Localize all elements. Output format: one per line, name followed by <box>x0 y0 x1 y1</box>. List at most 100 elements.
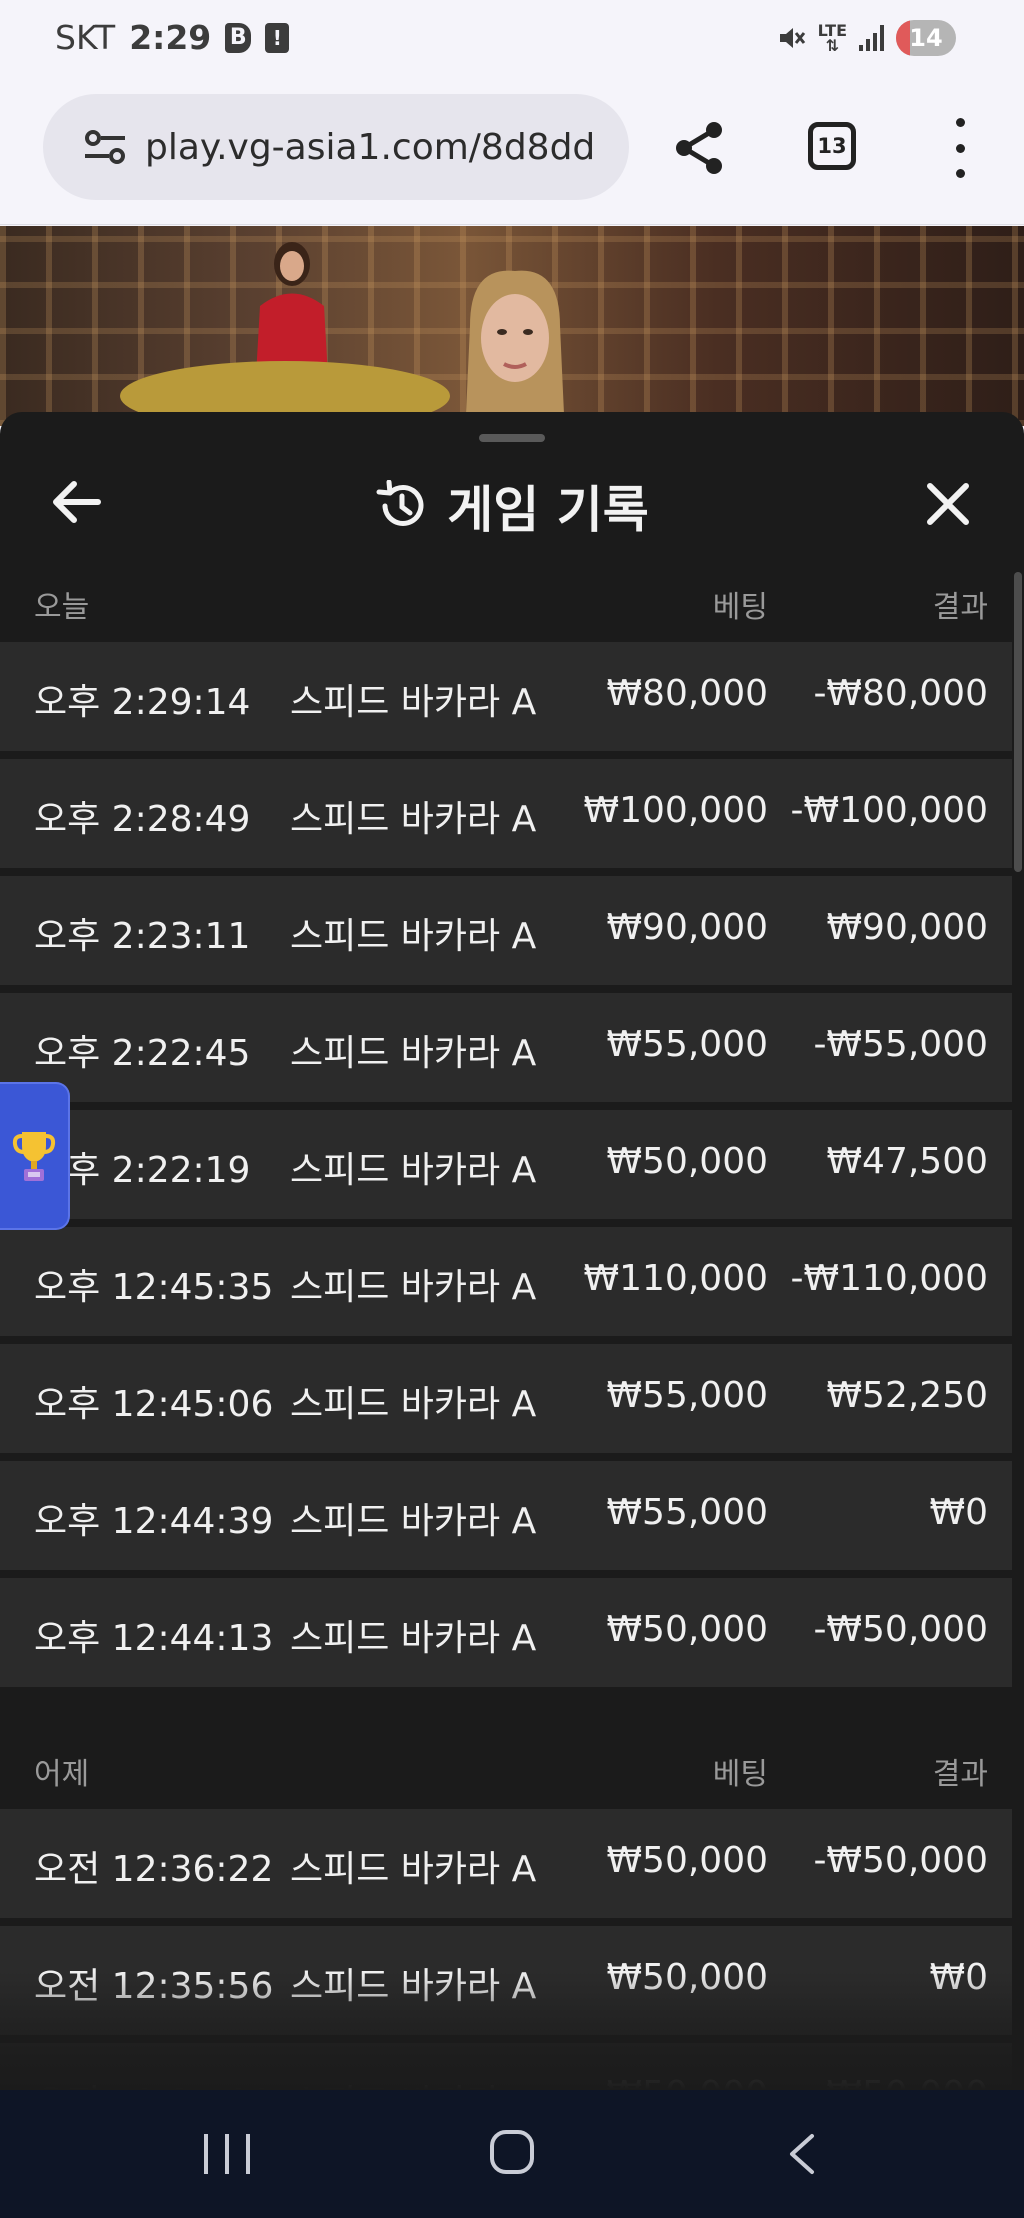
row-time: 오후 12:44:13 <box>34 1618 274 1659</box>
history-row[interactable]: 오후 2:22:19 스피드 바카라 A ₩50,000 ₩47,500 <box>0 1110 1012 1219</box>
history-row[interactable]: 오전 12:35:56 스피드 바카라 A ₩50,000 ₩0 <box>0 1926 1012 2035</box>
history-row[interactable]: 오후 2:28:49 스피드 바카라 A ₩100,000 -₩100,000 <box>0 759 1012 868</box>
address-bar[interactable]: play.vg-asia1.com/8d8dd <box>43 94 629 200</box>
close-icon[interactable] <box>924 480 972 528</box>
row-bet: ₩50,000 <box>606 1141 768 1182</box>
bet-column-header: 베팅 <box>712 590 768 625</box>
row-time: 오전 12:36:22 <box>34 1849 274 1890</box>
carrier-label: SKT <box>55 18 116 57</box>
history-row[interactable]: 오전 12:35:28 스피드 바카라 A ₩50,000 -₩50,000 <box>0 2043 1012 2090</box>
sheet-header: 게임 기록 <box>0 442 1024 562</box>
row-game: 스피드 바카라 A <box>290 1501 537 1542</box>
row-game: 스피드 바카라 A <box>290 1150 537 1191</box>
row-bet: ₩80,000 <box>606 673 768 714</box>
row-game: 스피드 바카라 A <box>290 799 537 840</box>
row-time: 오전 12:35:56 <box>34 1966 274 2007</box>
home-icon[interactable] <box>490 2130 534 2174</box>
section-label: 오늘 <box>34 590 90 625</box>
site-settings-icon[interactable] <box>83 130 127 164</box>
history-row[interactable]: 오후 2:29:14 스피드 바카라 A ₩80,000 -₩80,000 <box>0 642 1012 751</box>
row-result: -₩80,000 <box>813 673 988 714</box>
row-time: 오후 2:23:11 <box>34 916 251 957</box>
row-result: -₩50,000 <box>813 1840 988 1881</box>
system-nav-bar <box>0 2090 1024 2218</box>
game-history-sheet: 게임 기록 오늘 베팅 결과 오후 2:29:14 스피드 바카라 A ₩80,… <box>0 412 1024 2090</box>
row-game: 스피드 바카라 A <box>290 1384 537 1425</box>
row-result: ₩0 <box>929 1957 989 1998</box>
tab-switcher-button[interactable]: 13 <box>808 122 856 170</box>
row-time: 오후 12:44:39 <box>34 1501 274 1542</box>
alert-icon: ! <box>265 22 290 53</box>
trophy-icon <box>12 1132 56 1181</box>
history-row[interactable]: 오후 12:45:06 스피드 바카라 A ₩55,000 ₩52,250 <box>0 1344 1012 1453</box>
row-result: ₩52,250 <box>826 1375 988 1416</box>
history-row[interactable]: 오전 12:36:22 스피드 바카라 A ₩50,000 -₩50,000 <box>0 1809 1012 1918</box>
row-time: 오전 12:35:28 <box>34 2074 273 2090</box>
title-wrap: 게임 기록 <box>0 470 1024 542</box>
presenter-figure <box>465 270 565 426</box>
row-time: 오후 12:45:35 <box>34 1267 274 1308</box>
data-arrows-icon: ⇅ <box>825 36 839 55</box>
row-bet: ₩50,000 <box>606 1957 768 1998</box>
tab-count: 13 <box>817 134 847 158</box>
status-left: SKT 2:29 B ! <box>55 18 290 57</box>
lte-icon: LTE ⇅ <box>818 23 847 55</box>
row-bet: ₩100,000 <box>583 790 768 831</box>
history-row[interactable]: 오후 2:22:45 스피드 바카라 A ₩55,000 -₩55,000 <box>0 993 1012 1102</box>
row-bet: ₩55,000 <box>606 1375 768 1416</box>
row-result: -₩50,000 <box>813 2074 988 2090</box>
history-row[interactable]: 오후 2:23:11 스피드 바카라 A ₩90,000 ₩90,000 <box>0 876 1012 985</box>
row-game: 스피드 바카라 A <box>290 1267 537 1308</box>
row-bet: ₩55,000 <box>606 1492 768 1533</box>
browser-toolbar: play.vg-asia1.com/8d8dd 13 <box>0 80 1024 225</box>
status-right: LTE ⇅ 14 <box>776 20 956 56</box>
history-row[interactable]: 오후 12:44:13 스피드 바카라 A ₩50,000 -₩50,000 <box>0 1578 1012 1687</box>
clock: 2:29 <box>129 18 212 57</box>
row-result: -₩110,000 <box>790 1258 988 1299</box>
row-result: ₩47,500 <box>826 1141 988 1182</box>
history-list[interactable]: 오늘 베팅 결과 오후 2:29:14 스피드 바카라 A ₩80,000 -₩… <box>0 562 1012 2090</box>
row-game: 스피드 바카라 A <box>290 1966 537 2007</box>
sheet-drag-handle[interactable] <box>479 434 545 442</box>
result-column-header: 결과 <box>932 1757 988 1792</box>
row-bet: ₩50,000 <box>606 1840 768 1881</box>
signal-icon <box>859 25 884 51</box>
share-icon[interactable] <box>672 120 726 176</box>
row-result: -₩100,000 <box>790 790 988 831</box>
battery-icon: 14 <box>896 20 956 56</box>
section-header-yesterday: 어제 베팅 결과 <box>0 1729 1012 1809</box>
history-icon <box>376 480 424 526</box>
row-game: 스피드 바카라 A <box>290 1033 537 1074</box>
row-game: 스피드 바카라 A <box>290 682 537 723</box>
row-time: 오후 12:45:06 <box>34 1384 274 1425</box>
row-time: 오후 2:29:14 <box>34 682 251 723</box>
history-row[interactable]: 오후 12:45:35 스피드 바카라 A ₩110,000 -₩110,000 <box>0 1227 1012 1336</box>
more-vertical-icon[interactable] <box>950 118 970 178</box>
row-bet: ₩50,000 <box>606 1609 768 1650</box>
live-video-background <box>0 226 1024 426</box>
row-result: ₩0 <box>929 1492 989 1533</box>
row-game: 스피드 바카라 A <box>290 2074 536 2090</box>
row-bet: ₩90,000 <box>606 907 768 948</box>
row-result: -₩55,000 <box>813 1024 988 1065</box>
url-text[interactable]: play.vg-asia1.com/8d8dd <box>145 127 595 168</box>
section-label: 어제 <box>34 1757 90 1792</box>
back-nav-icon[interactable] <box>784 2132 818 2176</box>
result-column-header: 결과 <box>932 590 988 625</box>
row-bet: ₩110,000 <box>583 1258 768 1299</box>
trophy-button[interactable] <box>0 1082 70 1230</box>
history-row[interactable]: 오후 12:44:39 스피드 바카라 A ₩55,000 ₩0 <box>0 1461 1012 1570</box>
recents-icon[interactable] <box>204 2134 250 2174</box>
page-title: 게임 기록 <box>447 481 649 539</box>
b-app-icon: B <box>225 22 252 53</box>
row-game: 스피드 바카라 A <box>290 1618 537 1659</box>
row-result: ₩90,000 <box>826 907 988 948</box>
row-game: 스피드 바카라 A <box>290 1849 537 1890</box>
mute-icon <box>779 28 805 48</box>
row-time: 오후 2:22:45 <box>34 1033 251 1074</box>
scrollbar-thumb[interactable] <box>1014 572 1022 872</box>
row-result: -₩50,000 <box>813 1609 988 1650</box>
section-header-today: 오늘 베팅 결과 <box>0 562 1012 642</box>
battery-level: 14 <box>909 24 943 52</box>
